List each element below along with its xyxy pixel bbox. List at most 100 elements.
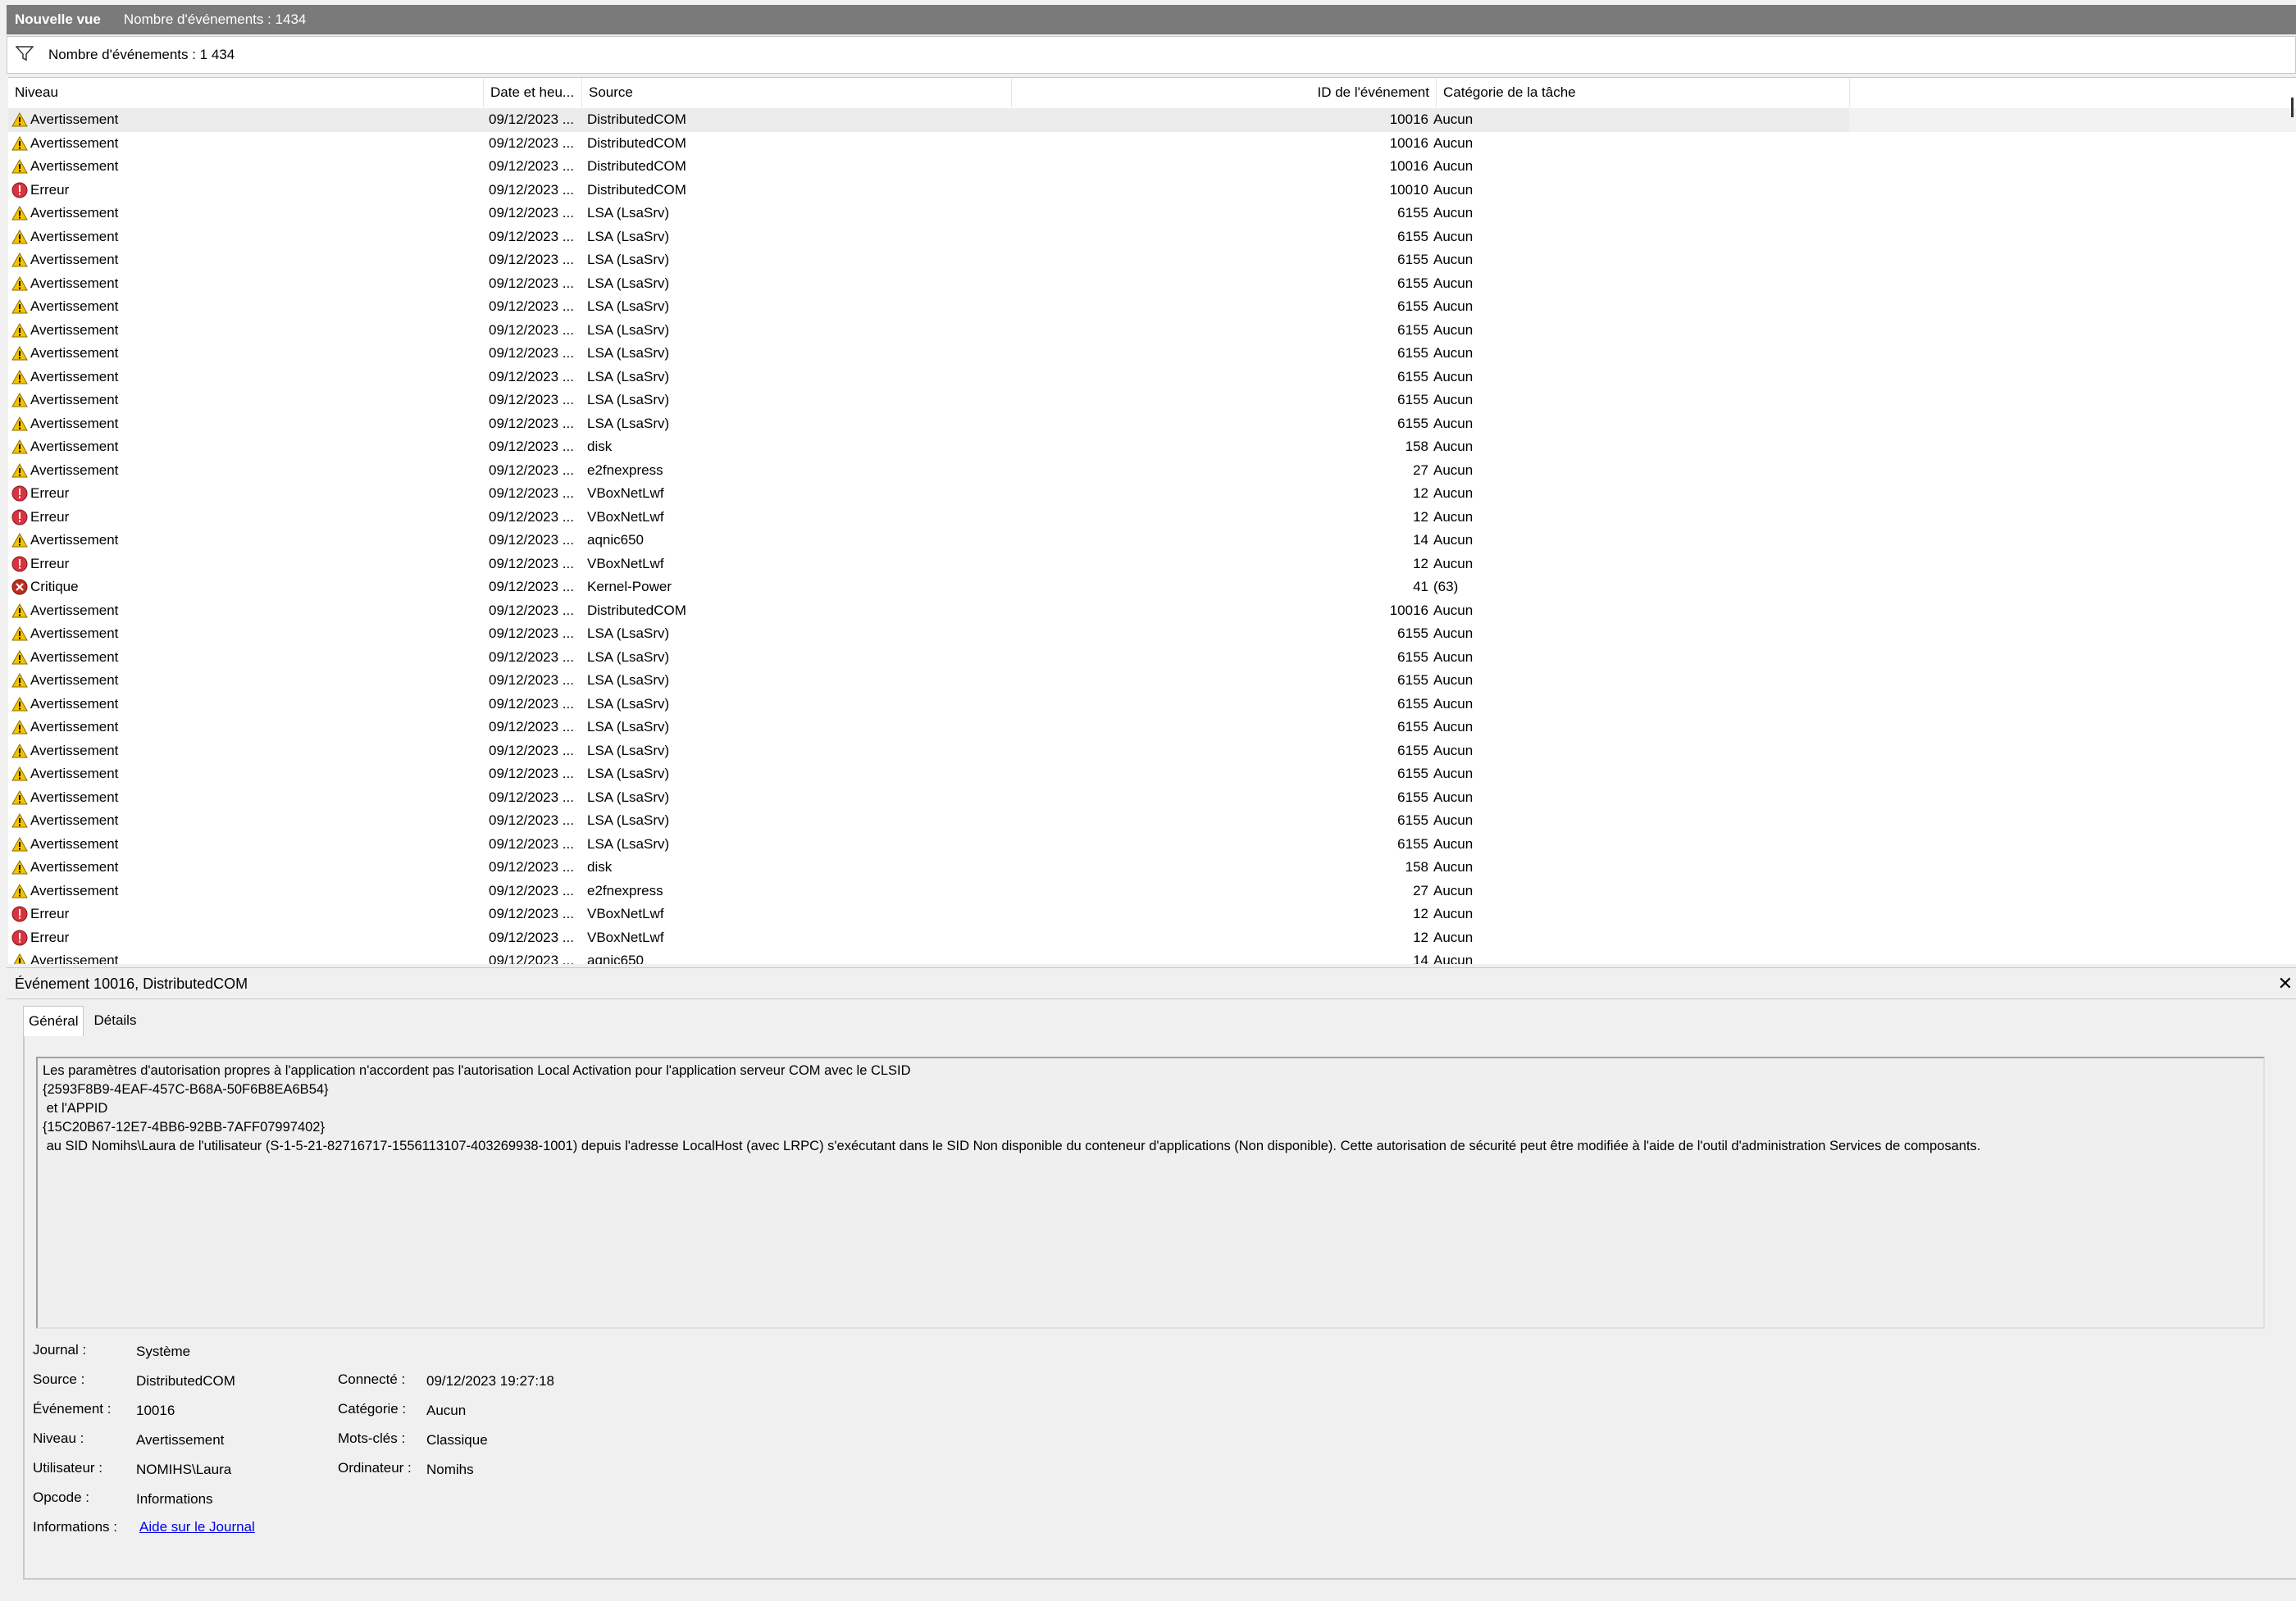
close-icon[interactable]: ✕: [2278, 968, 2293, 999]
cell-event-id: 10016: [1389, 602, 1428, 618]
table-row[interactable]: Avertissement 09/12/2023 ... LSA (LsaSrv) 6…: [8, 669, 2296, 693]
table-row[interactable]: Avertissement 09/12/2023 ... LSA (LsaSrv) 6…: [8, 295, 2296, 319]
table-row[interactable]: Avertissement 09/12/2023 ... e2fnexpress 27…: [8, 459, 2296, 483]
opcode-label: Opcode :: [33, 1490, 89, 1505]
warning-icon: [11, 206, 30, 221]
table-row[interactable]: Avertissement 09/12/2023 ... DistributedCO…: [8, 155, 2296, 179]
table-row[interactable]: Avertissement 09/12/2023 ... LSA (LsaSrv) 6…: [8, 412, 2296, 436]
cell-date: 09/12/2023 ...: [489, 555, 574, 571]
warning-icon: [11, 626, 30, 641]
cell-category: Aucun: [1433, 648, 1474, 665]
detail-title-bar: Événement 10016, DistributedCOM ✕: [7, 968, 2296, 999]
cell-source: DistributedCOM: [587, 602, 686, 618]
cell-source: aqnic650: [587, 532, 645, 548]
table-row[interactable]: Avertissement 09/12/2023 ... aqnic650 14 Auc…: [8, 529, 2296, 553]
table-row[interactable]: Avertissement 09/12/2023 ... LSA (LsaSrv) 6…: [8, 225, 2296, 249]
table-row[interactable]: Avertissement 09/12/2023 ... LSA (LsaSrv) 6…: [8, 693, 2296, 716]
table-row[interactable]: Erreur 09/12/2023 ... VBoxNetLwf 12 Aucun: [8, 903, 2296, 926]
cell-source: LSA (LsaSrv): [587, 275, 670, 291]
cell-level: Avertissement: [11, 739, 483, 763]
warning-icon: [11, 649, 30, 665]
table-row[interactable]: Erreur 09/12/2023 ... DistributedCOM 10010 A…: [8, 179, 2296, 202]
table-row[interactable]: Avertissement 09/12/2023 ... LSA (LsaSrv) 6…: [8, 646, 2296, 670]
warning-icon: [11, 953, 30, 964]
table-row[interactable]: Avertissement 09/12/2023 ... LSA (LsaSrv) 6…: [8, 202, 2296, 225]
vertical-scrollbar[interactable]: [2289, 78, 2296, 964]
table-row[interactable]: Avertissement 09/12/2023 ... LSA (LsaSrv) 6…: [8, 319, 2296, 343]
table-row[interactable]: Erreur 09/12/2023 ... VBoxNetLwf 12 Aucun: [8, 482, 2296, 506]
cell-category: Aucun: [1433, 812, 1474, 828]
cell-category: Aucun: [1433, 953, 1474, 964]
cell-date: 09/12/2023 ...: [489, 415, 574, 431]
table-row[interactable]: Avertissement 09/12/2023 ... LSA (LsaSrv) 6…: [8, 248, 2296, 272]
warning-icon: [11, 883, 30, 898]
column-header-source[interactable]: Source: [582, 78, 1012, 107]
source-label: Source :: [33, 1371, 85, 1387]
event-description[interactable]: Les paramètres d'autorisation propres à …: [36, 1057, 2265, 1329]
table-row[interactable]: Avertissement 09/12/2023 ... LSA (LsaSrv) 6…: [8, 366, 2296, 389]
tab-general[interactable]: Général: [23, 1006, 84, 1036]
table-row[interactable]: Avertissement 09/12/2023 ... LSA (LsaSrv) 6…: [8, 716, 2296, 739]
table-row[interactable]: Avertissement 09/12/2023 ... LSA (LsaSrv) 6…: [8, 739, 2296, 763]
cell-source: VBoxNetLwf: [587, 906, 664, 921]
column-header-task-category[interactable]: Catégorie de la tâche: [1437, 78, 1850, 107]
cell-level: Avertissement: [11, 132, 483, 156]
cell-category: (63): [1433, 579, 1459, 594]
cell-source: LSA (LsaSrv): [587, 672, 670, 688]
level-text: Avertissement: [30, 742, 119, 758]
cell-category: Aucun: [1433, 929, 1474, 945]
filter-icon[interactable]: [15, 45, 48, 66]
table-row[interactable]: Avertissement 09/12/2023 ... LSA (LsaSrv) 6…: [8, 389, 2296, 412]
warning-icon: [11, 275, 30, 291]
column-header-event-id[interactable]: ID de l'événement: [1012, 78, 1437, 107]
tab-details[interactable]: Détails: [89, 1006, 141, 1036]
level-text: Avertissement: [30, 789, 119, 805]
cell-date: 09/12/2023 ...: [489, 228, 574, 244]
table-row[interactable]: Critique 09/12/2023 ... Kernel-Power 41 (63): [8, 575, 2296, 599]
user-label: Utilisateur :: [33, 1460, 103, 1476]
table-row[interactable]: Avertissement 09/12/2023 ... LSA (LsaSrv) 6…: [8, 622, 2296, 646]
cell-date: 09/12/2023 ...: [489, 812, 574, 828]
cell-source: DistributedCOM: [587, 111, 686, 127]
table-row[interactable]: Avertissement 09/12/2023 ... LSA (LsaSrv) 6…: [8, 786, 2296, 810]
keywords-value: Classique: [426, 1432, 488, 1448]
table-row[interactable]: Avertissement 09/12/2023 ... aqnic650 14 Auc…: [8, 949, 2296, 964]
table-row[interactable]: Avertissement 09/12/2023 ... DistributedCO…: [8, 599, 2296, 623]
cell-source: LSA (LsaSrv): [587, 205, 670, 221]
level-text: Avertissement: [30, 953, 119, 964]
level-text: Avertissement: [30, 158, 119, 174]
table-row[interactable]: Avertissement 09/12/2023 ... disk 158 Aucun: [8, 856, 2296, 880]
table-row[interactable]: Avertissement 09/12/2023 ... LSA (LsaSrv) 6…: [8, 809, 2296, 833]
cell-source: DistributedCOM: [587, 134, 686, 151]
table-row[interactable]: Avertissement 09/12/2023 ... LSA (LsaSrv) 6…: [8, 833, 2296, 857]
cell-event-id: 6155: [1397, 719, 1428, 735]
cell-level: Avertissement: [11, 622, 483, 646]
cell-date: 09/12/2023 ...: [489, 719, 574, 735]
table-row[interactable]: Erreur 09/12/2023 ... VBoxNetLwf 12 Aucun: [8, 506, 2296, 530]
cell-level: Avertissement: [11, 295, 483, 319]
column-header-level[interactable]: Niveau: [8, 78, 484, 107]
cell-event-id: 12: [1413, 906, 1428, 921]
table-row[interactable]: Avertissement 09/12/2023 ... LSA (LsaSrv) 6…: [8, 762, 2296, 786]
column-header-date[interactable]: Date et heu...: [484, 78, 582, 107]
error-icon: [11, 182, 30, 198]
warning-icon: [11, 743, 30, 758]
table-row[interactable]: Avertissement 09/12/2023 ... LSA (LsaSrv) 6…: [8, 272, 2296, 296]
cell-category: Aucun: [1433, 158, 1474, 174]
cell-category: Aucun: [1433, 859, 1474, 875]
table-row[interactable]: Erreur 09/12/2023 ... VBoxNetLwf 12 Aucun: [8, 926, 2296, 950]
computer-label: Ordinateur :: [338, 1460, 412, 1476]
table-row[interactable]: Avertissement 09/12/2023 ... DistributedCO…: [8, 132, 2296, 156]
table-row[interactable]: Avertissement 09/12/2023 ... disk 158 Aucun: [8, 435, 2296, 459]
table-row[interactable]: Avertissement 09/12/2023 ... LSA (LsaSrv) 6…: [8, 342, 2296, 366]
cell-event-id: 6155: [1397, 275, 1428, 291]
detail-tabs: Général Détails: [23, 1006, 146, 1036]
cell-category: Aucun: [1433, 345, 1474, 361]
table-row[interactable]: Avertissement 09/12/2023 ... e2fnexpress 27…: [8, 880, 2296, 903]
events-table: Niveau Date et heu... Source ID de l'évé…: [8, 77, 2296, 964]
table-row[interactable]: Avertissement 09/12/2023 ... DistributedCO…: [8, 108, 2296, 132]
table-row[interactable]: Erreur 09/12/2023 ... VBoxNetLwf 12 Aucun: [8, 553, 2296, 576]
cell-event-id: 6155: [1397, 812, 1428, 828]
journal-help-link[interactable]: Aide sur le Journal: [139, 1519, 255, 1535]
cell-source: Kernel-Power: [587, 579, 672, 594]
